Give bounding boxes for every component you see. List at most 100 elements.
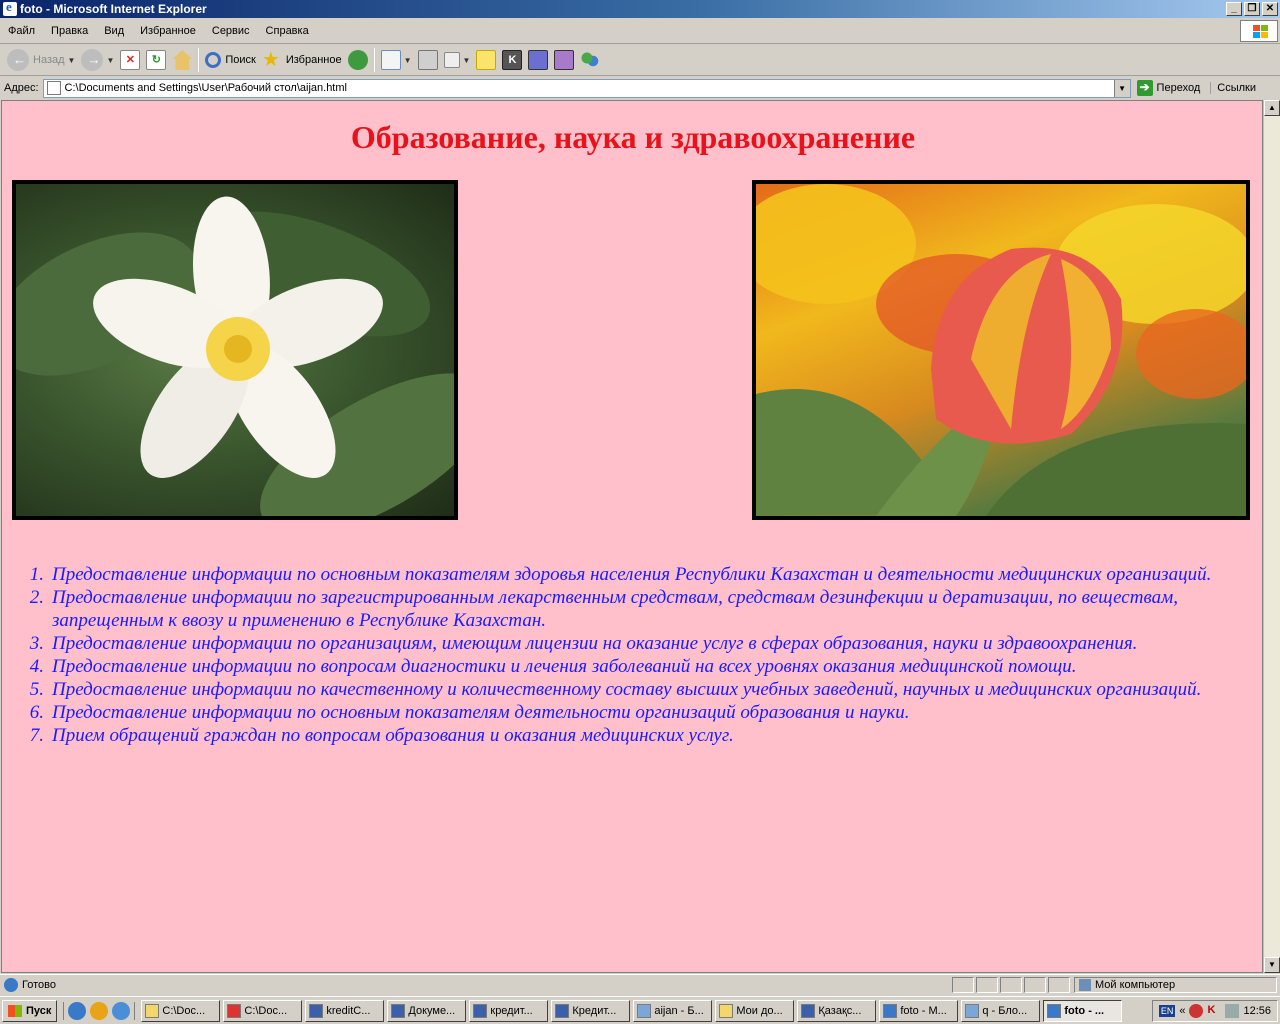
back-dropdown-icon[interactable]: ▼ (68, 56, 76, 65)
ie-icon[interactable] (68, 1001, 87, 1020)
links-button[interactable]: Ссылки (1210, 82, 1256, 94)
task-buttons: C:\Doc... C:\Doc... kreditC... Докуме...… (141, 999, 1123, 1022)
task-button[interactable]: кредит... (469, 999, 549, 1022)
stop-button[interactable]: ✕ (117, 47, 143, 73)
notepad-icon (637, 1003, 652, 1018)
edit-dropdown-icon[interactable]: ▼ (463, 56, 471, 65)
print-button[interactable] (415, 47, 441, 73)
favorites-button[interactable]: ★ Избранное (259, 47, 345, 73)
research-icon (554, 50, 575, 70)
mail-button[interactable]: ▼ (378, 47, 415, 73)
menu-edit[interactable]: Правка (43, 25, 96, 37)
task-button[interactable]: q - Бло... (961, 999, 1041, 1022)
close-button[interactable]: ✕ (1262, 2, 1278, 16)
task-label: Мои до... (736, 1004, 783, 1017)
list-item-text: Предоставление информации по организация… (52, 633, 1138, 654)
task-button[interactable]: foto - M... (879, 999, 959, 1022)
scroll-down-button[interactable]: ▼ (1264, 957, 1280, 973)
volume-icon[interactable] (1225, 1004, 1240, 1018)
messenger-button[interactable] (577, 47, 603, 73)
k-icon: K (502, 50, 523, 70)
kaspersky-icon[interactable]: K (1207, 1004, 1221, 1018)
task-label: Кредит... (572, 1004, 617, 1017)
vertical-scrollbar[interactable]: ▲ ▼ (1263, 100, 1280, 973)
browser-icon[interactable] (112, 1001, 131, 1020)
menu-tools[interactable]: Сервис (204, 25, 258, 37)
start-button[interactable]: Пуск (2, 999, 58, 1022)
forward-button[interactable]: ▼ (78, 47, 117, 73)
list-item: 2. Предоставление информации по зарегистр… (22, 586, 1252, 632)
address-value[interactable]: C:\Documents and Settings\User\Рабочий с… (65, 82, 347, 94)
menu-favorites[interactable]: Избранное (132, 25, 204, 37)
task-button[interactable]: C:\Doc... (141, 999, 221, 1022)
status-text: Готово (22, 978, 56, 991)
research-button[interactable] (551, 47, 577, 73)
favorites-label: Избранное (285, 54, 342, 66)
windows-logo-icon (1240, 20, 1278, 42)
list-item: 7. Прием обращений граждан по вопросам об… (22, 724, 1252, 747)
clock[interactable]: 12:56 (1243, 1005, 1271, 1017)
maximize-button[interactable]: ❐ (1244, 2, 1260, 16)
scroll-up-button[interactable]: ▲ (1264, 100, 1280, 116)
list-item-number: 7. (29, 725, 44, 746)
tray-expand-icon[interactable]: « (1179, 1005, 1185, 1017)
list-item: 1. Предоставление информации по основным … (22, 563, 1252, 586)
go-button[interactable]: ➔ Переход (1136, 80, 1200, 96)
task-label: foto - M... (900, 1004, 947, 1017)
refresh-button[interactable]: ↻ (143, 47, 169, 73)
task-button[interactable]: Мои до... (715, 999, 795, 1022)
task-button[interactable]: Кредит... (551, 999, 631, 1022)
computer-icon (1079, 979, 1091, 991)
mail-dropdown-icon[interactable]: ▼ (404, 56, 412, 65)
word-icon (473, 1003, 488, 1018)
language-indicator[interactable]: EN (1158, 1005, 1176, 1017)
page-status-icon (4, 977, 18, 992)
home-button[interactable] (169, 47, 195, 73)
forward-dropdown-icon[interactable]: ▼ (106, 56, 114, 65)
status-pane (976, 977, 998, 993)
task-button-active[interactable]: foto - ... (1043, 999, 1123, 1022)
list-item-number: 1. (29, 564, 44, 585)
folder-icon (145, 1003, 160, 1018)
media-player-icon[interactable] (90, 1001, 109, 1020)
back-button[interactable]: Назад ▼ (4, 47, 78, 73)
task-button[interactable]: C:\Doc... (223, 999, 303, 1022)
status-panes (952, 977, 1070, 993)
task-button[interactable]: Қазақс... (797, 999, 877, 1022)
word-icon (801, 1003, 816, 1018)
list-item-text: Прием обращений граждан по вопросам обра… (52, 725, 734, 746)
task-button[interactable]: Докуме... (387, 999, 467, 1022)
list-item-number: 3. (29, 633, 44, 654)
minimize-button[interactable]: _ (1226, 2, 1242, 16)
window-title-bar: foto - Microsoft Internet Explorer _ ❐ ✕ (0, 0, 1280, 18)
address-dropdown-icon[interactable]: ▼ (1113, 79, 1130, 97)
translate-button[interactable] (525, 47, 551, 73)
list-item-number: 4. (29, 656, 44, 677)
ie-app-icon (3, 0, 17, 16)
task-button[interactable]: aijan - Б... (633, 999, 713, 1022)
notes-button[interactable] (473, 47, 499, 73)
ie-icon (1047, 1003, 1062, 1018)
search-label: Поиск (225, 54, 256, 66)
search-button[interactable]: Поиск (202, 47, 258, 73)
page-icon (46, 81, 61, 95)
menu-help[interactable]: Справка (258, 25, 317, 37)
task-button[interactable]: kreditC... (305, 999, 385, 1022)
address-input[interactable]: C:\Documents and Settings\User\Рабочий с… (42, 78, 1131, 98)
menu-view[interactable]: Вид (96, 25, 132, 37)
taskbar: Пуск C:\Doc... C:\Doc... kreditC... Доку… (0, 996, 1280, 1024)
menu-file[interactable]: Файл (0, 25, 43, 37)
toolbar-separator (198, 48, 200, 72)
k-button[interactable]: K (499, 47, 525, 73)
antivirus-icon[interactable] (1189, 1004, 1204, 1018)
note-icon (476, 50, 497, 70)
services-list: 1. Предоставление информации по основным … (22, 563, 1252, 747)
forward-arrow-icon (81, 49, 104, 71)
stop-icon: ✕ (120, 50, 141, 70)
zone-label: Мой компьютер (1095, 979, 1176, 991)
toolbar-separator (373, 48, 375, 72)
edit-button[interactable]: ▼ (441, 47, 474, 73)
list-item-text: Предоставление информации по качественно… (52, 679, 1202, 700)
search-icon (205, 52, 222, 68)
history-button[interactable] (345, 47, 371, 73)
